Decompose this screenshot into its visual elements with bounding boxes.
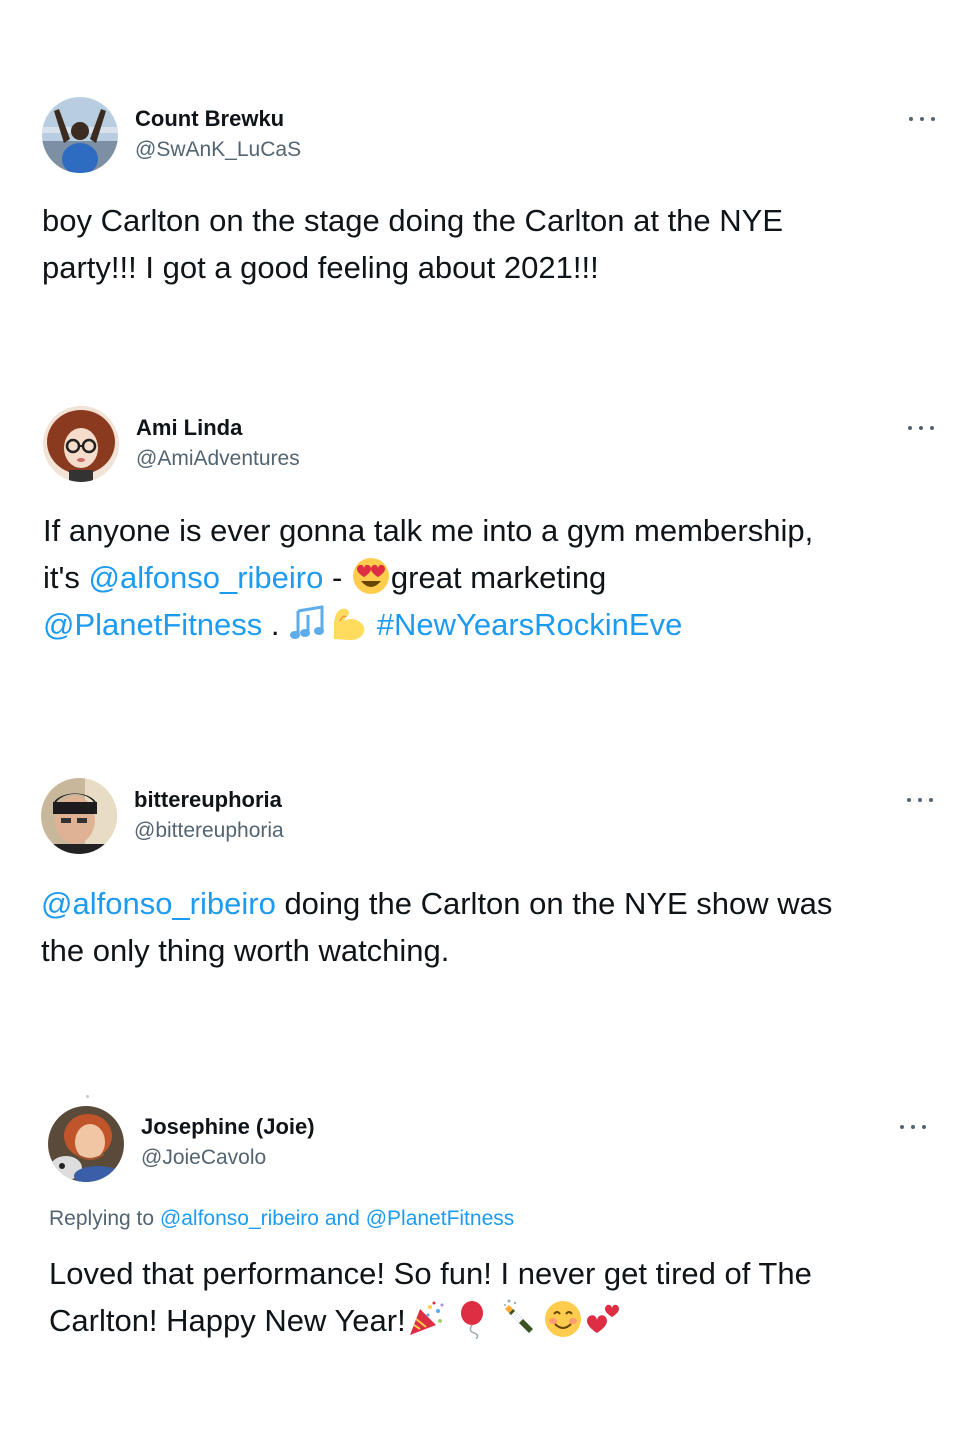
mention-link[interactable]: @PlanetFitness xyxy=(366,1207,515,1230)
replying-and[interactable]: and xyxy=(319,1207,366,1230)
tweet-text-line: If anyone is ever gonna talk me into a g… xyxy=(43,513,814,548)
party-popper-emoji xyxy=(406,1299,446,1339)
display-name[interactable]: bittereuphoria xyxy=(134,787,282,813)
text-segment: - xyxy=(323,560,351,595)
champagne-emoji xyxy=(503,1299,543,1339)
user-handle[interactable]: @bittereuphoria xyxy=(134,819,284,843)
user-handle[interactable]: @SwAnK_LuCaS xyxy=(135,138,301,162)
text-segment: great marketing xyxy=(390,560,607,595)
mention-link[interactable]: @alfonso_ribeiro xyxy=(89,560,324,595)
tweet-text-line: the only thing worth watching. xyxy=(41,933,450,968)
tweet-text-line: boy Carlton on the stage doing the Carlt… xyxy=(42,203,784,238)
more-options-icon[interactable] xyxy=(909,114,935,124)
hashtag-link[interactable]: #NewYearsRockinEve xyxy=(377,607,683,642)
user-handle[interactable]: @AmiAdventures xyxy=(136,447,300,471)
text-segment: Carlton! Happy New Year! xyxy=(49,1303,406,1338)
tweet-text: boy Carlton on the stage doing the Carlt… xyxy=(42,197,783,291)
tweet-text-line: it's @alfonso_ribeiro - great marketing xyxy=(43,554,813,601)
avatar[interactable] xyxy=(42,97,118,173)
avatar[interactable] xyxy=(43,406,119,482)
text-segment: doing the Carlton on the NYE show was xyxy=(275,886,833,921)
mention-link[interactable]: @PlanetFitness xyxy=(43,607,262,642)
tweet-text-line: Loved that performance! So fun! I never … xyxy=(49,1256,812,1291)
more-options-icon[interactable] xyxy=(907,795,933,805)
tweet-text-line: @alfonso_ribeiro doing the Carlton on th… xyxy=(41,880,832,927)
tweet-text-line: @PlanetFitness . #NewYearsRockinEve xyxy=(43,601,813,648)
more-options-icon[interactable] xyxy=(908,423,934,433)
text-segment: it's xyxy=(43,560,89,595)
tweet-text: @alfonso_ribeiro doing the Carlton on th… xyxy=(41,880,832,974)
text-segment: . xyxy=(262,607,289,642)
display-name[interactable]: Count Brewku xyxy=(135,106,284,132)
tweet-text: Loved that performance! So fun! I never … xyxy=(49,1250,812,1344)
avatar[interactable] xyxy=(41,778,117,854)
tweet-text: If anyone is ever gonna talk me into a g… xyxy=(43,507,813,648)
two-hearts-emoji xyxy=(583,1299,623,1339)
mention-link[interactable]: @alfonso_ribeiro xyxy=(160,1207,319,1230)
avatar[interactable] xyxy=(48,1106,124,1182)
display-name[interactable]: Ami Linda xyxy=(136,415,242,441)
replying-to: Replying to @alfonso_ribeiro and @Planet… xyxy=(49,1207,514,1231)
mention-link[interactable]: @alfonso_ribeiro xyxy=(41,886,276,921)
heart-eyes-emoji xyxy=(351,556,391,596)
text-segment xyxy=(368,607,377,642)
tweet-text-line: Carlton! Happy New Year! xyxy=(49,1297,812,1344)
replying-label: Replying to xyxy=(49,1207,160,1230)
flexed-biceps-emoji xyxy=(328,603,368,643)
user-handle[interactable]: @JoieCavolo xyxy=(141,1146,266,1170)
display-name[interactable]: Josephine (Joie) xyxy=(141,1114,315,1140)
tweet-text-line: party!!! I got a good feeling about 2021… xyxy=(42,250,599,285)
smiling-emoji xyxy=(543,1299,583,1339)
balloon-emoji xyxy=(454,1299,494,1339)
music-notes-emoji xyxy=(288,603,328,643)
more-options-icon[interactable] xyxy=(900,1122,926,1132)
separator-dot xyxy=(86,1095,89,1098)
